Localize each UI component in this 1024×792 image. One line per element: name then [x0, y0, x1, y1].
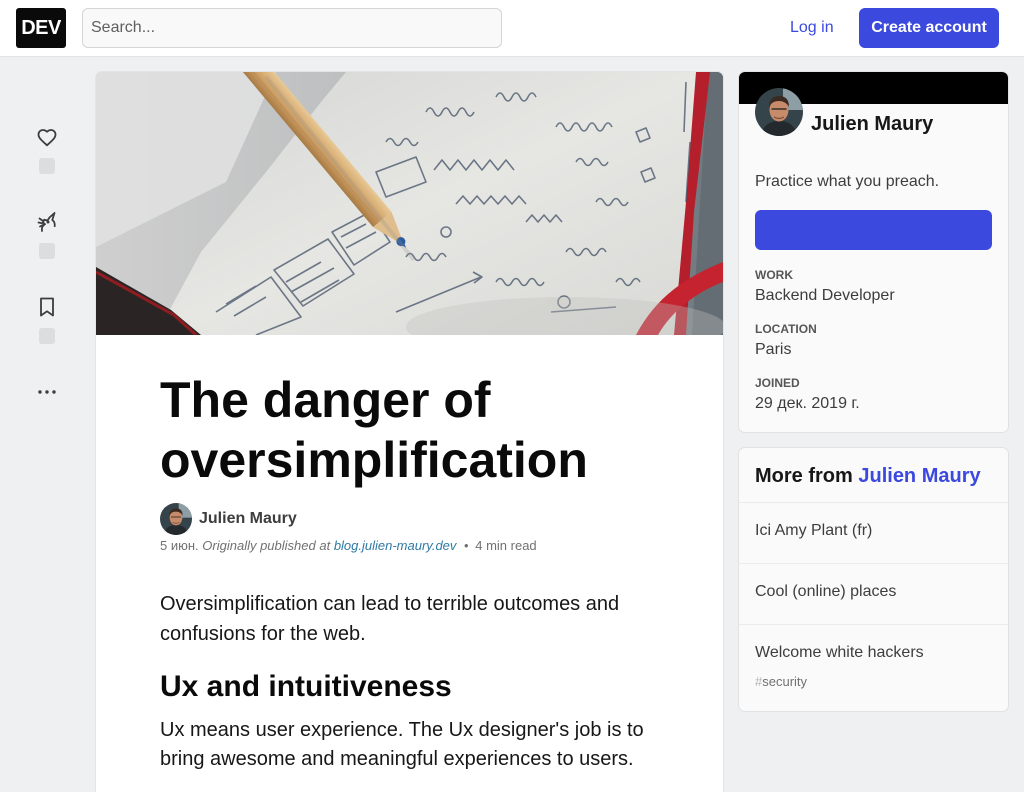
author-name[interactable]: Julien Maury — [199, 510, 297, 528]
location-label: LOCATION — [755, 322, 817, 336]
list-item[interactable]: Cool (online) places — [739, 564, 1008, 625]
list-item-title[interactable]: Welcome white hackers — [755, 641, 992, 665]
more-from-heading: More from Julien Maury — [739, 448, 1008, 503]
profile-name[interactable]: Julien Maury — [811, 112, 933, 136]
source-link[interactable]: blog.julien-maury.dev — [334, 538, 457, 553]
list-item-title[interactable]: Ici Amy Plant (fr) — [755, 522, 872, 539]
intro-paragraph: Oversimplification can lead to terrible … — [160, 593, 620, 645]
article-card: The danger of oversimplification Julien … — [96, 72, 723, 792]
follow-button[interactable] — [755, 210, 992, 250]
profile-avatar[interactable] — [755, 88, 803, 136]
reaction-count-placeholder — [39, 158, 55, 174]
meta-separator: • — [464, 538, 469, 553]
reaction-count-placeholder — [39, 243, 55, 259]
list-item[interactable]: Welcome white hackers #security — [739, 625, 1008, 711]
tag-security[interactable]: #security — [755, 673, 992, 691]
create-account-button[interactable]: Create account — [859, 8, 999, 48]
work-label: WORK — [755, 268, 793, 282]
unicorn-icon[interactable] — [35, 210, 59, 234]
author-row[interactable]: Julien Maury — [160, 503, 659, 535]
publish-date: 5 июн. — [160, 538, 199, 553]
body-paragraph: Ux means user experience. The Ux designe… — [160, 719, 644, 770]
more-icon[interactable] — [35, 380, 59, 404]
article-body: Oversimplification can lead to terrible … — [96, 589, 723, 774]
profile-header[interactable]: Julien Maury — [755, 88, 992, 136]
article-title: The danger of oversimplification — [160, 372, 588, 488]
article-meta: 5 июн. Originally published at blog.juli… — [160, 537, 659, 555]
heart-icon[interactable] — [35, 125, 59, 149]
dev-logo[interactable]: DEV — [16, 8, 66, 48]
section-heading: Ux and intuitiveness — [160, 670, 452, 703]
originally-published-label: Originally published at — [202, 538, 331, 553]
reaction-count-placeholder — [39, 328, 55, 344]
bookmark-icon[interactable] — [35, 295, 59, 319]
joined-label: JOINED — [755, 376, 800, 390]
list-item[interactable]: Ici Amy Plant (fr) — [739, 503, 1008, 564]
location-value: Paris — [755, 341, 792, 358]
profile-bio: Practice what you preach. — [755, 173, 940, 190]
tag-name[interactable]: security — [762, 674, 807, 689]
article-header: The danger of oversimplification Julien … — [96, 335, 723, 555]
joined-value: 29 дек. 2019 г. — [755, 395, 860, 412]
work-value: Backend Developer — [755, 287, 895, 304]
more-from-card: More from Julien Maury Ici Amy Plant (fr… — [739, 448, 1008, 711]
top-bar: DEV Log in Create account — [0, 0, 1024, 57]
read-time: 4 min read — [475, 538, 537, 553]
search-input[interactable] — [82, 8, 502, 48]
author-avatar[interactable] — [160, 503, 192, 535]
more-from-author-link[interactable]: Julien Maury — [858, 465, 980, 487]
author-profile-card: Julien Maury Practice what you preach. W… — [739, 72, 1008, 432]
cover-image — [96, 72, 723, 335]
more-from-prefix: More from — [755, 465, 853, 487]
login-link[interactable]: Log in — [782, 8, 842, 48]
list-item-title[interactable]: Cool (online) places — [755, 583, 896, 600]
